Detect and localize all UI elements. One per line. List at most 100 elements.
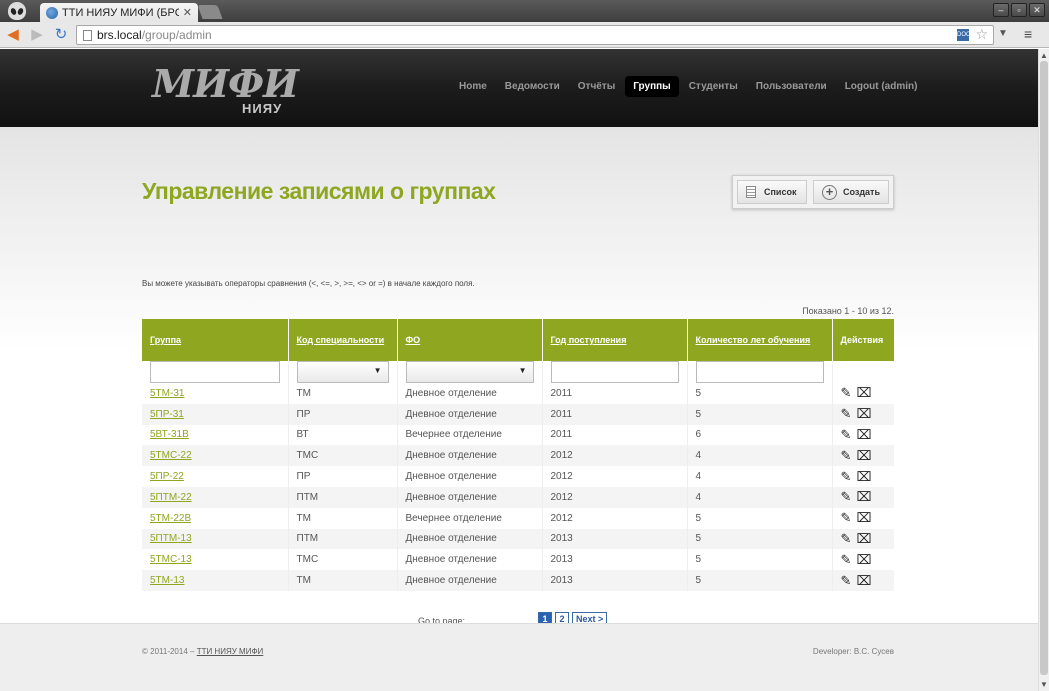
reload-icon[interactable]: ↻ bbox=[52, 26, 70, 44]
edit-icon[interactable]: ✎ bbox=[841, 386, 855, 399]
sort-year-link[interactable]: Год поступления bbox=[551, 335, 627, 345]
filter-cell: ▼ bbox=[288, 361, 398, 383]
group-filter-input[interactable] bbox=[150, 361, 280, 383]
edit-icon[interactable]: ✎ bbox=[841, 470, 855, 483]
spec-filter-select[interactable]: ▼ bbox=[296, 361, 389, 383]
edit-icon[interactable]: ✎ bbox=[841, 532, 855, 545]
form-filter-select[interactable]: ▼ bbox=[405, 361, 534, 383]
delete-icon[interactable]: ⌧ bbox=[857, 386, 872, 399]
header-group[interactable]: Группа bbox=[142, 319, 289, 361]
edit-icon[interactable]: ✎ bbox=[841, 449, 855, 462]
group-link[interactable]: 5ВТ-31В bbox=[150, 429, 189, 440]
dropdown-arrow-icon: ▼ bbox=[373, 366, 382, 375]
form-cell-text: Дневное отделение bbox=[405, 471, 497, 483]
group-link[interactable]: 5ПР-22 bbox=[150, 471, 184, 482]
minimize-button[interactable]: – bbox=[993, 3, 1009, 17]
group-link[interactable]: 5ТМС-22 bbox=[150, 450, 192, 461]
new-tab-button[interactable] bbox=[197, 5, 223, 19]
back-arrow-icon[interactable]: ◀ bbox=[4, 26, 22, 44]
delete-icon[interactable]: ⌧ bbox=[857, 470, 872, 483]
edit-icon[interactable]: ✎ bbox=[841, 490, 855, 503]
bookmark-star-icon[interactable]: ☆ bbox=[975, 26, 988, 43]
delete-icon[interactable]: ⌧ bbox=[857, 511, 872, 524]
nav-groups[interactable]: Группы bbox=[625, 76, 679, 97]
list-button[interactable]: Список bbox=[737, 180, 807, 204]
group-link[interactable]: 5ТМ-22В bbox=[150, 513, 191, 524]
header-spec[interactable]: Код специальности bbox=[288, 319, 398, 361]
edit-icon[interactable]: ✎ bbox=[841, 428, 855, 441]
group-link[interactable]: 5ТМ-31 bbox=[150, 388, 184, 399]
delete-icon[interactable]: ⌧ bbox=[857, 428, 872, 441]
sort-group-link[interactable]: Группа bbox=[150, 335, 181, 345]
spec-cell-text: ТМ bbox=[296, 512, 311, 524]
browser-tab[interactable]: ТТИ НИЯУ МИФИ (БРС ✕ bbox=[40, 3, 198, 22]
site-logo[interactable]: МИФИ НИЯУ bbox=[152, 65, 299, 117]
browser-menu-icon[interactable]: ≡ bbox=[1024, 26, 1032, 42]
group-cell: 5ТМ-31 bbox=[142, 383, 289, 404]
forward-arrow-icon[interactable]: ▶ bbox=[28, 26, 46, 44]
edit-icon[interactable]: ✎ bbox=[841, 511, 855, 524]
scroll-down-arrow-icon[interactable]: ▼ bbox=[1040, 680, 1048, 689]
nav-home[interactable]: Home bbox=[451, 76, 495, 97]
create-button[interactable]: + Создать bbox=[813, 180, 889, 204]
spec-cell: ТМС bbox=[288, 445, 398, 467]
footer-home-link[interactable]: ТТИ НИЯУ МИФИ bbox=[197, 647, 264, 656]
duration-cell: 5 bbox=[687, 549, 833, 571]
delete-icon[interactable]: ⌧ bbox=[857, 449, 872, 462]
delete-icon[interactable]: ⌧ bbox=[857, 407, 872, 420]
header-year[interactable]: Год поступления bbox=[542, 319, 688, 361]
nav-users[interactable]: Пользователи bbox=[748, 76, 835, 97]
page-scrollbar[interactable]: ▲ ▼ bbox=[1038, 49, 1049, 691]
page-icon bbox=[83, 29, 92, 41]
header-form[interactable]: ФО bbox=[397, 319, 543, 361]
year-cell: 2012 bbox=[542, 466, 688, 487]
duration-cell-text: 5 bbox=[695, 533, 702, 545]
nav-statements[interactable]: Ведомости bbox=[497, 76, 568, 97]
sort-spec-link[interactable]: Код специальности bbox=[297, 335, 385, 345]
duration-cell: 5 bbox=[687, 507, 833, 529]
year-cell-text: 2012 bbox=[550, 450, 573, 462]
delete-icon[interactable]: ⌧ bbox=[857, 574, 872, 587]
nav-logout[interactable]: Logout (admin) bbox=[837, 76, 926, 97]
duration-cell-text: 6 bbox=[695, 429, 702, 441]
form-cell-text: Вечернее отделение bbox=[405, 429, 502, 441]
translate-icon[interactable]: DOC bbox=[957, 29, 970, 41]
close-tab-icon[interactable]: ✕ bbox=[183, 6, 192, 19]
year-filter-input[interactable] bbox=[550, 361, 679, 383]
sort-duration-link[interactable]: Количество лет обучения bbox=[696, 335, 811, 345]
maximize-button[interactable]: ▫ bbox=[1011, 3, 1027, 17]
delete-icon[interactable]: ⌧ bbox=[857, 553, 872, 566]
edit-icon[interactable]: ✎ bbox=[841, 553, 855, 566]
group-link[interactable]: 5ПТМ-13 bbox=[150, 533, 192, 544]
filter-cell bbox=[142, 361, 289, 383]
scroll-up-arrow-icon[interactable]: ▲ bbox=[1040, 51, 1048, 60]
extension-dropdown-icon[interactable]: ▼ bbox=[998, 28, 1008, 39]
actions-cell: ✎ ⌧ bbox=[832, 549, 894, 571]
group-link[interactable]: 5ТМС-13 bbox=[150, 554, 192, 565]
url-host: brs.local bbox=[97, 28, 142, 42]
form-cell: Дневное отделение bbox=[397, 528, 543, 550]
duration-cell: 5 bbox=[687, 570, 833, 591]
delete-icon[interactable]: ⌧ bbox=[857, 490, 872, 503]
year-cell-text: 2012 bbox=[550, 471, 573, 483]
nav-students[interactable]: Студенты bbox=[681, 76, 746, 97]
delete-icon[interactable]: ⌧ bbox=[857, 532, 872, 545]
actions-cell: ✎ ⌧ bbox=[832, 486, 894, 508]
duration-cell-text: 5 bbox=[695, 512, 702, 524]
edit-icon[interactable]: ✎ bbox=[841, 574, 855, 587]
header-duration[interactable]: Количество лет обучения bbox=[687, 319, 833, 361]
nav-reports[interactable]: Отчёты bbox=[570, 76, 623, 97]
group-link[interactable]: 5ПР-31 bbox=[150, 409, 184, 420]
create-button-label: Создать bbox=[842, 187, 880, 197]
address-bar[interactable]: brs.local/group/admin DOC ☆ bbox=[76, 25, 994, 45]
group-link[interactable]: 5ПТМ-22 bbox=[150, 492, 192, 503]
close-window-button[interactable]: ✕ bbox=[1029, 3, 1045, 17]
group-link[interactable]: 5ТМ-13 bbox=[150, 575, 184, 586]
filter-row: ▼ ▼ bbox=[142, 361, 894, 383]
duration-filter-input[interactable] bbox=[695, 361, 824, 383]
edit-icon[interactable]: ✎ bbox=[841, 407, 855, 420]
scroll-thumb[interactable] bbox=[1040, 61, 1048, 675]
sort-form-link[interactable]: ФО bbox=[406, 335, 421, 345]
footer-developer: Developer: В.С. Сусев bbox=[812, 647, 894, 656]
form-cell: Дневное отделение bbox=[397, 549, 543, 571]
